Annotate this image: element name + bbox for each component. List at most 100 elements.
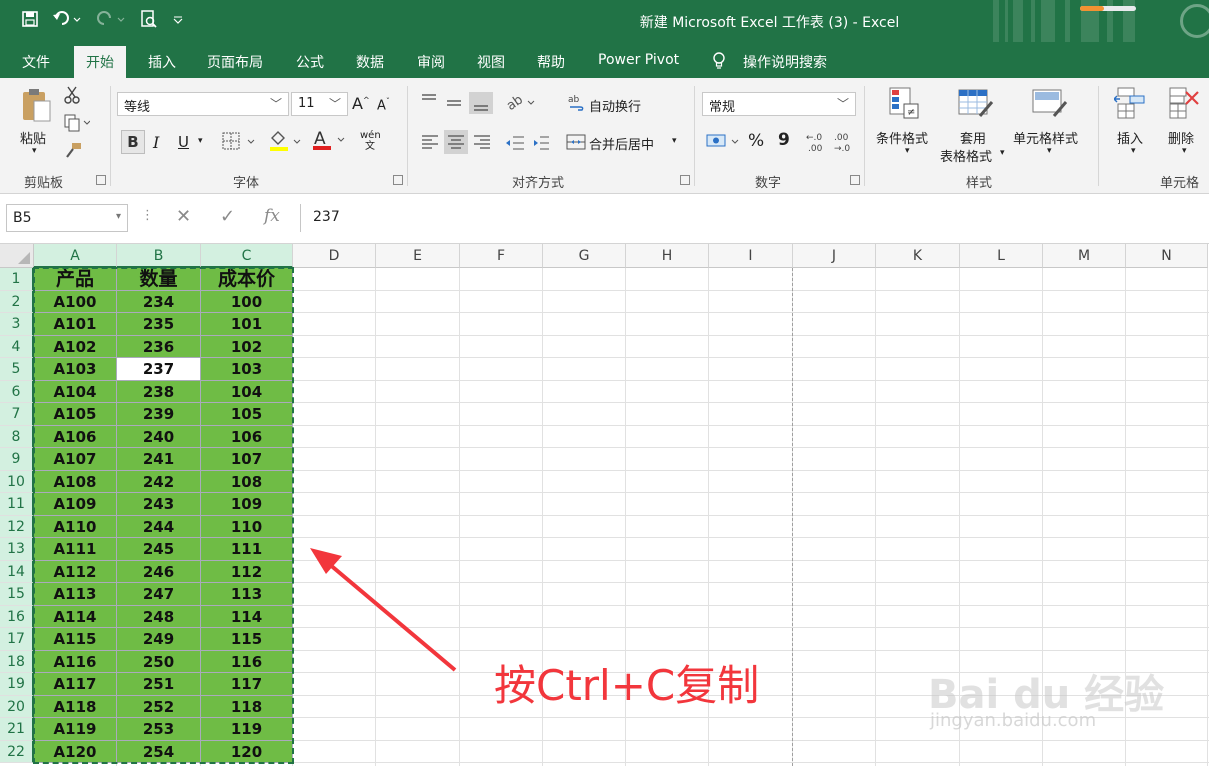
column-header-h[interactable]: H: [626, 244, 709, 268]
orientation-icon[interactable]: ab: [504, 92, 538, 116]
tab-review[interactable]: 审阅: [417, 52, 445, 72]
format-as-table-icon[interactable]: [958, 88, 994, 124]
row-header-16[interactable]: 16: [0, 605, 34, 628]
enter-icon[interactable]: ✓: [220, 206, 235, 227]
column-header-k[interactable]: K: [876, 244, 960, 268]
column-header-n[interactable]: N: [1126, 244, 1208, 268]
formula-input[interactable]: 237: [300, 204, 1205, 232]
row-header-22[interactable]: 22: [0, 740, 34, 763]
row-header-3[interactable]: 3: [0, 313, 34, 336]
number-launcher-icon[interactable]: [850, 175, 860, 185]
insert-function-icon[interactable]: fx: [264, 206, 280, 226]
tab-formulas[interactable]: 公式: [296, 52, 324, 72]
row-header-1[interactable]: 1: [0, 268, 34, 291]
decimal-icons[interactable]: ←.0.00.00 →.0: [806, 130, 856, 158]
font-name-combo[interactable]: 等线 ﹀: [117, 92, 289, 116]
paste-icon[interactable]: [20, 88, 52, 126]
column-header-a[interactable]: A: [34, 244, 117, 268]
column-header-g[interactable]: G: [543, 244, 626, 268]
tab-power-pivot[interactable]: Power Pivot: [598, 52, 679, 68]
name-box[interactable]: B5 ▾: [6, 204, 128, 232]
conditional-formatting-icon[interactable]: ≠: [888, 86, 922, 124]
row-header-13[interactable]: 13: [0, 538, 34, 561]
fill-color-icon[interactable]: [268, 130, 304, 156]
cell-styles-dropdown-icon[interactable]: ▾: [1047, 146, 1052, 156]
currency-icon[interactable]: [706, 132, 742, 154]
phonetic-guide-icon[interactable]: wén 文: [360, 130, 381, 152]
copy-icon[interactable]: [64, 114, 91, 136]
indent-icons[interactable]: [504, 134, 550, 156]
insert-cells-button[interactable]: 插入: [1117, 128, 1143, 147]
column-header-e[interactable]: E: [376, 244, 460, 268]
italic-button[interactable]: I: [153, 133, 159, 152]
row-header-10[interactable]: 10: [0, 470, 34, 493]
row-header-2[interactable]: 2: [0, 290, 34, 313]
tab-file[interactable]: 文件: [22, 52, 50, 72]
row-header-4[interactable]: 4: [0, 335, 34, 358]
font-color-icon[interactable]: A: [312, 128, 348, 156]
alignment-launcher-icon[interactable]: [680, 175, 690, 185]
row-header-11[interactable]: 11: [0, 493, 34, 516]
merge-center-button[interactable]: 合并后居中: [589, 134, 654, 153]
format-painter-icon[interactable]: [64, 142, 82, 162]
merge-center-icon[interactable]: [566, 133, 586, 155]
tell-me-search[interactable]: 操作说明搜索: [743, 52, 827, 72]
row-header-14[interactable]: 14: [0, 560, 34, 583]
clipboard-launcher-icon[interactable]: [96, 175, 106, 185]
bold-button[interactable]: B: [121, 130, 145, 154]
account-avatar[interactable]: [1180, 4, 1209, 38]
tab-data[interactable]: 数据: [356, 52, 384, 72]
percent-button[interactable]: %: [748, 131, 764, 151]
cell-styles-icon[interactable]: [1032, 88, 1068, 124]
row-header-15[interactable]: 15: [0, 583, 34, 606]
underline-dropdown-icon[interactable]: ▾: [198, 136, 203, 146]
row-header-6[interactable]: 6: [0, 380, 34, 403]
font-size-combo[interactable]: 11 ﹀: [291, 92, 348, 116]
format-table-dropdown-icon[interactable]: ▾: [1000, 148, 1005, 158]
conditional-formatting-button[interactable]: 条件格式: [876, 128, 928, 147]
row-header-5[interactable]: 5: [0, 358, 34, 381]
grow-font-icon[interactable]: A^: [352, 94, 370, 113]
row-header-12[interactable]: 12: [0, 515, 34, 538]
column-header-f[interactable]: F: [460, 244, 543, 268]
column-header-b[interactable]: B: [117, 244, 201, 268]
row-header-20[interactable]: 20: [0, 695, 34, 718]
format-as-table-label-2[interactable]: 表格格式: [940, 146, 992, 165]
column-header-j[interactable]: J: [793, 244, 876, 268]
delete-cells-icon[interactable]: [1168, 86, 1204, 124]
shrink-font-icon[interactable]: Aˇ: [377, 97, 390, 113]
number-format-combo[interactable]: 常规 ﹀: [702, 92, 856, 116]
cell-styles-button[interactable]: 单元格样式: [1013, 128, 1078, 147]
format-as-table-label-1[interactable]: 套用: [960, 128, 986, 147]
column-header-d[interactable]: D: [293, 244, 376, 268]
row-header-7[interactable]: 7: [0, 403, 34, 426]
column-header-m[interactable]: M: [1043, 244, 1126, 268]
top-align-icon[interactable]: [420, 92, 500, 118]
font-launcher-icon[interactable]: [393, 175, 403, 185]
underline-button[interactable]: U: [178, 133, 189, 151]
merge-dropdown-icon[interactable]: ▾: [672, 136, 677, 146]
tab-page-layout[interactable]: 页面布局: [207, 52, 263, 72]
select-all-button[interactable]: [0, 244, 34, 268]
column-header-l[interactable]: L: [960, 244, 1043, 268]
left-align-icon[interactable]: [420, 130, 500, 158]
tab-home[interactable]: 开始: [74, 46, 126, 79]
more-options-icon[interactable]: ⋮: [141, 208, 154, 223]
column-header-c[interactable]: C: [201, 244, 293, 268]
cut-icon[interactable]: [64, 86, 80, 108]
paste-button[interactable]: 粘贴: [20, 128, 46, 147]
insert-dropdown-icon[interactable]: ▾: [1131, 146, 1136, 156]
comma-button[interactable]: 9: [778, 130, 790, 150]
paste-dropdown-icon[interactable]: ▾: [32, 146, 37, 156]
row-header-8[interactable]: 8: [0, 425, 34, 448]
delete-dropdown-icon[interactable]: ▾: [1182, 146, 1187, 156]
row-header-9[interactable]: 9: [0, 448, 34, 471]
wrap-text-icon[interactable]: ab: [568, 94, 586, 116]
wrap-text-button[interactable]: 自动换行: [589, 96, 641, 115]
tab-help[interactable]: 帮助: [537, 52, 565, 72]
row-header-18[interactable]: 18: [0, 650, 34, 673]
column-header-i[interactable]: I: [709, 244, 793, 268]
delete-cells-button[interactable]: 删除: [1168, 128, 1194, 147]
tab-insert[interactable]: 插入: [148, 52, 176, 72]
row-header-19[interactable]: 19: [0, 673, 34, 696]
